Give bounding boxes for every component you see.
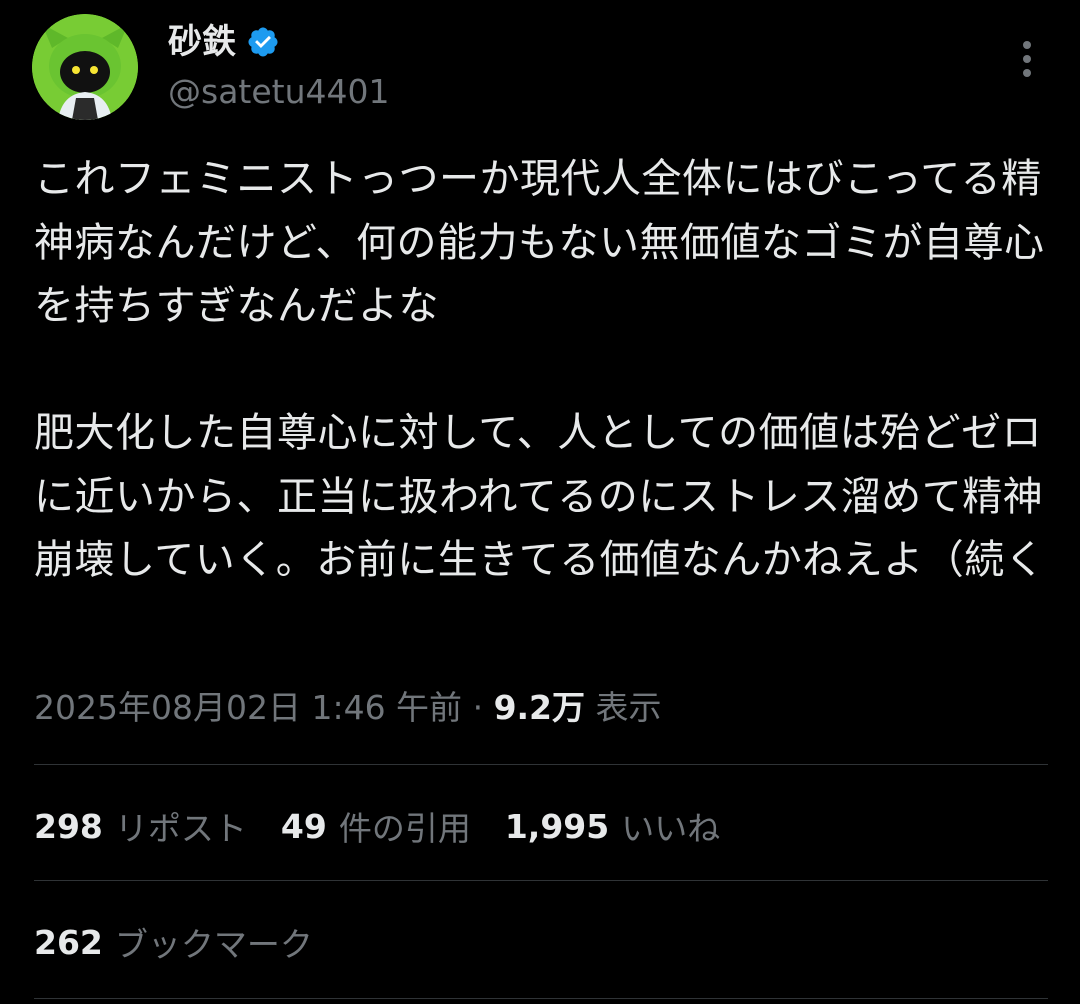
likes-label: いいね: [621, 809, 721, 848]
reposts-label: リポスト: [114, 809, 247, 848]
quotes-stat[interactable]: 49 件の引用: [281, 802, 471, 850]
more-options-button[interactable]: [1006, 34, 1048, 84]
more-vertical-icon: [1023, 41, 1031, 77]
tweet-paragraph: 肥大化した自尊心に対して、人としての価値は殆どゼロに近いから、正当に扱われてるの…: [34, 410, 1046, 583]
tweet-text: これフェミニストっつーか現代人全体にはびこってる精神病なんだけど、何の能力もない…: [34, 148, 1046, 593]
avatar-image: [32, 14, 138, 120]
avatar[interactable]: [32, 14, 138, 120]
reposts-count: 298: [34, 806, 103, 846]
bookmarks-stat[interactable]: 262 ブックマーク: [34, 918, 347, 966]
reposts-stat[interactable]: 298 リポスト: [34, 802, 247, 850]
bookmarks-label: ブックマーク: [114, 925, 313, 964]
bookmarks-stat-inner: 262 ブックマーク: [34, 918, 313, 966]
likes-stat[interactable]: 1,995 いいね: [505, 802, 720, 850]
quotes-label: 件の引用: [338, 809, 471, 848]
divider: [34, 998, 1048, 999]
bookmarks-count: 262: [34, 922, 103, 962]
tweet-timestamp[interactable]: 2025年08月02日 1:46 午前: [34, 688, 462, 727]
verified-badge-icon: [248, 27, 278, 57]
tweet-paragraph: これフェミニストっつーか現代人全体にはびこってる精神病なんだけど、何の能力もない…: [34, 156, 1045, 329]
author-name-row[interactable]: 砂鉄: [168, 20, 280, 64]
tweet-detail: 砂鉄 @satetu4401 これフェミニストっつーか現代人全体にはびこってる精…: [0, 0, 1080, 1004]
engagement-stats: 298 リポスト 49 件の引用 1,995 いいね: [34, 802, 754, 850]
display-name: 砂鉄: [168, 22, 236, 62]
author-handle[interactable]: @satetu4401: [168, 70, 390, 114]
divider: [34, 880, 1048, 881]
meta-separator: ·: [472, 688, 484, 727]
tweet-meta: 2025年08月02日 1:46 午前 · 9.2万 表示: [34, 686, 662, 730]
quotes-count: 49: [280, 806, 327, 846]
views-label: 表示: [595, 688, 662, 727]
views-count: 9.2万: [493, 688, 586, 727]
divider: [34, 764, 1048, 765]
likes-count: 1,995: [504, 806, 610, 846]
